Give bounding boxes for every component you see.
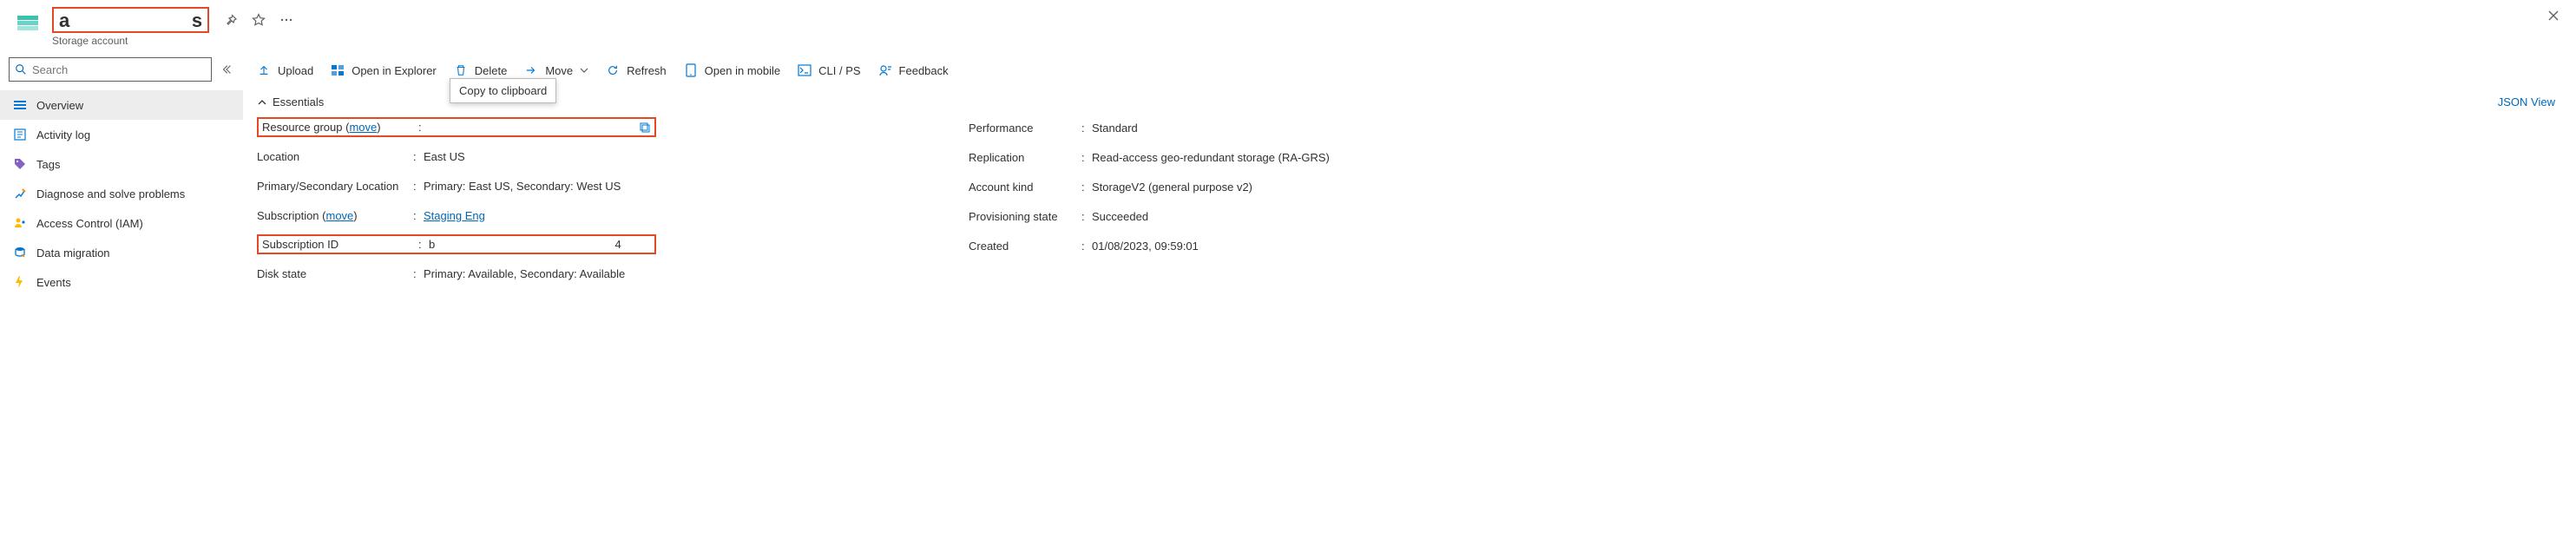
sidebar-item-label: Tags [36, 158, 60, 171]
pin-icon[interactable] [223, 12, 239, 28]
replication-label: Replication [969, 151, 1081, 164]
tags-icon [12, 156, 28, 172]
essentials-toggle[interactable]: Essentials [257, 95, 324, 108]
sidebar-item-access-control[interactable]: Access Control (IAM) [0, 208, 243, 238]
disk-state-label: Disk state [257, 267, 413, 280]
chevron-up-icon [257, 97, 267, 108]
subscription-id-label: Subscription ID [262, 238, 418, 251]
storage-account-icon [14, 9, 42, 36]
subscription-move-link[interactable]: move [325, 209, 353, 222]
refresh-icon [606, 63, 620, 77]
subscription-id-row-redacted: Subscription ID : b 4 [257, 234, 656, 254]
primary-secondary-label: Primary/Secondary Location [257, 180, 413, 193]
diagnose-icon [12, 186, 28, 201]
sidebar: Overview Activity log Tags [0, 47, 243, 297]
sidebar-item-overview[interactable]: Overview [0, 90, 243, 120]
refresh-button[interactable]: Refresh [606, 57, 667, 83]
performance-label: Performance [969, 122, 1081, 135]
sidebar-item-label: Events [36, 276, 71, 289]
sidebar-item-label: Data migration [36, 246, 110, 260]
primary-secondary-value: Primary: East US, Secondary: West US [424, 180, 621, 193]
location-value: East US [424, 150, 465, 163]
provisioning-label: Provisioning state [969, 210, 1081, 223]
created-label: Created [969, 240, 1081, 253]
sidebar-item-label: Overview [36, 99, 83, 112]
sidebar-search[interactable] [9, 57, 212, 82]
sidebar-item-diagnose[interactable]: Diagnose and solve problems [0, 179, 243, 208]
favorite-star-icon[interactable] [251, 12, 266, 28]
location-label: Location [257, 150, 413, 163]
sidebar-item-events[interactable]: Events [0, 267, 243, 297]
resource-group-move-link[interactable]: move [349, 121, 377, 134]
data-migration-icon [12, 245, 28, 260]
chevron-down-icon [580, 66, 588, 75]
delete-icon [454, 63, 468, 77]
resource-subtitle: Storage account [52, 35, 294, 47]
created-value: 01/08/2023, 09:59:01 [1092, 240, 1199, 253]
page-header: a s S [0, 0, 2576, 47]
resource-title-redacted: a s [52, 7, 209, 33]
sidebar-item-activity-log[interactable]: Activity log [0, 120, 243, 149]
more-ellipsis-icon[interactable] [279, 12, 294, 28]
move-icon [524, 63, 538, 77]
search-icon [15, 63, 27, 76]
cli-ps-button[interactable]: CLI / PS [798, 57, 860, 83]
sidebar-item-label: Activity log [36, 128, 90, 141]
explorer-icon [331, 63, 345, 77]
cli-icon [798, 63, 812, 77]
provisioning-value: Succeeded [1092, 210, 1148, 223]
search-input[interactable] [32, 63, 206, 76]
upload-button[interactable]: Upload [257, 57, 313, 83]
access-control-icon [12, 215, 28, 231]
events-icon [12, 274, 28, 290]
close-icon[interactable] [2546, 9, 2560, 23]
command-bar: Upload Open in Explorer Delete Move [250, 54, 2562, 90]
json-view-link[interactable]: JSON View [2498, 95, 2555, 108]
upload-icon [257, 63, 271, 77]
disk-state-value: Primary: Available, Secondary: Available [424, 267, 625, 280]
sidebar-item-label: Access Control (IAM) [36, 217, 143, 230]
account-kind-value: StorageV2 (general purpose v2) [1092, 181, 1252, 194]
copy-tooltip: Copy to clipboard [450, 78, 556, 103]
open-explorer-button[interactable]: Open in Explorer [331, 57, 437, 83]
main-content: Upload Open in Explorer Delete Move [243, 47, 2576, 297]
copy-icon[interactable] [639, 122, 651, 134]
feedback-button[interactable]: Feedback [878, 57, 949, 83]
sidebar-item-data-migration[interactable]: Data migration [0, 238, 243, 267]
overview-icon [12, 97, 28, 113]
subscription-id-value: b 4 [429, 238, 651, 251]
resource-group-row-redacted: Resource group (move) : [257, 117, 656, 137]
feedback-icon [878, 63, 892, 77]
replication-value: Read-access geo-redundant storage (RA-GR… [1092, 151, 1330, 164]
account-kind-label: Account kind [969, 181, 1081, 194]
subscription-link[interactable]: Staging Eng [424, 209, 485, 222]
sidebar-item-tags[interactable]: Tags [0, 149, 243, 179]
sidebar-item-label: Diagnose and solve problems [36, 187, 185, 200]
mobile-icon [684, 63, 698, 77]
open-mobile-button[interactable]: Open in mobile [684, 57, 780, 83]
collapse-sidebar-icon[interactable] [219, 62, 234, 77]
performance-value: Standard [1092, 122, 1138, 135]
activity-log-icon [12, 127, 28, 142]
